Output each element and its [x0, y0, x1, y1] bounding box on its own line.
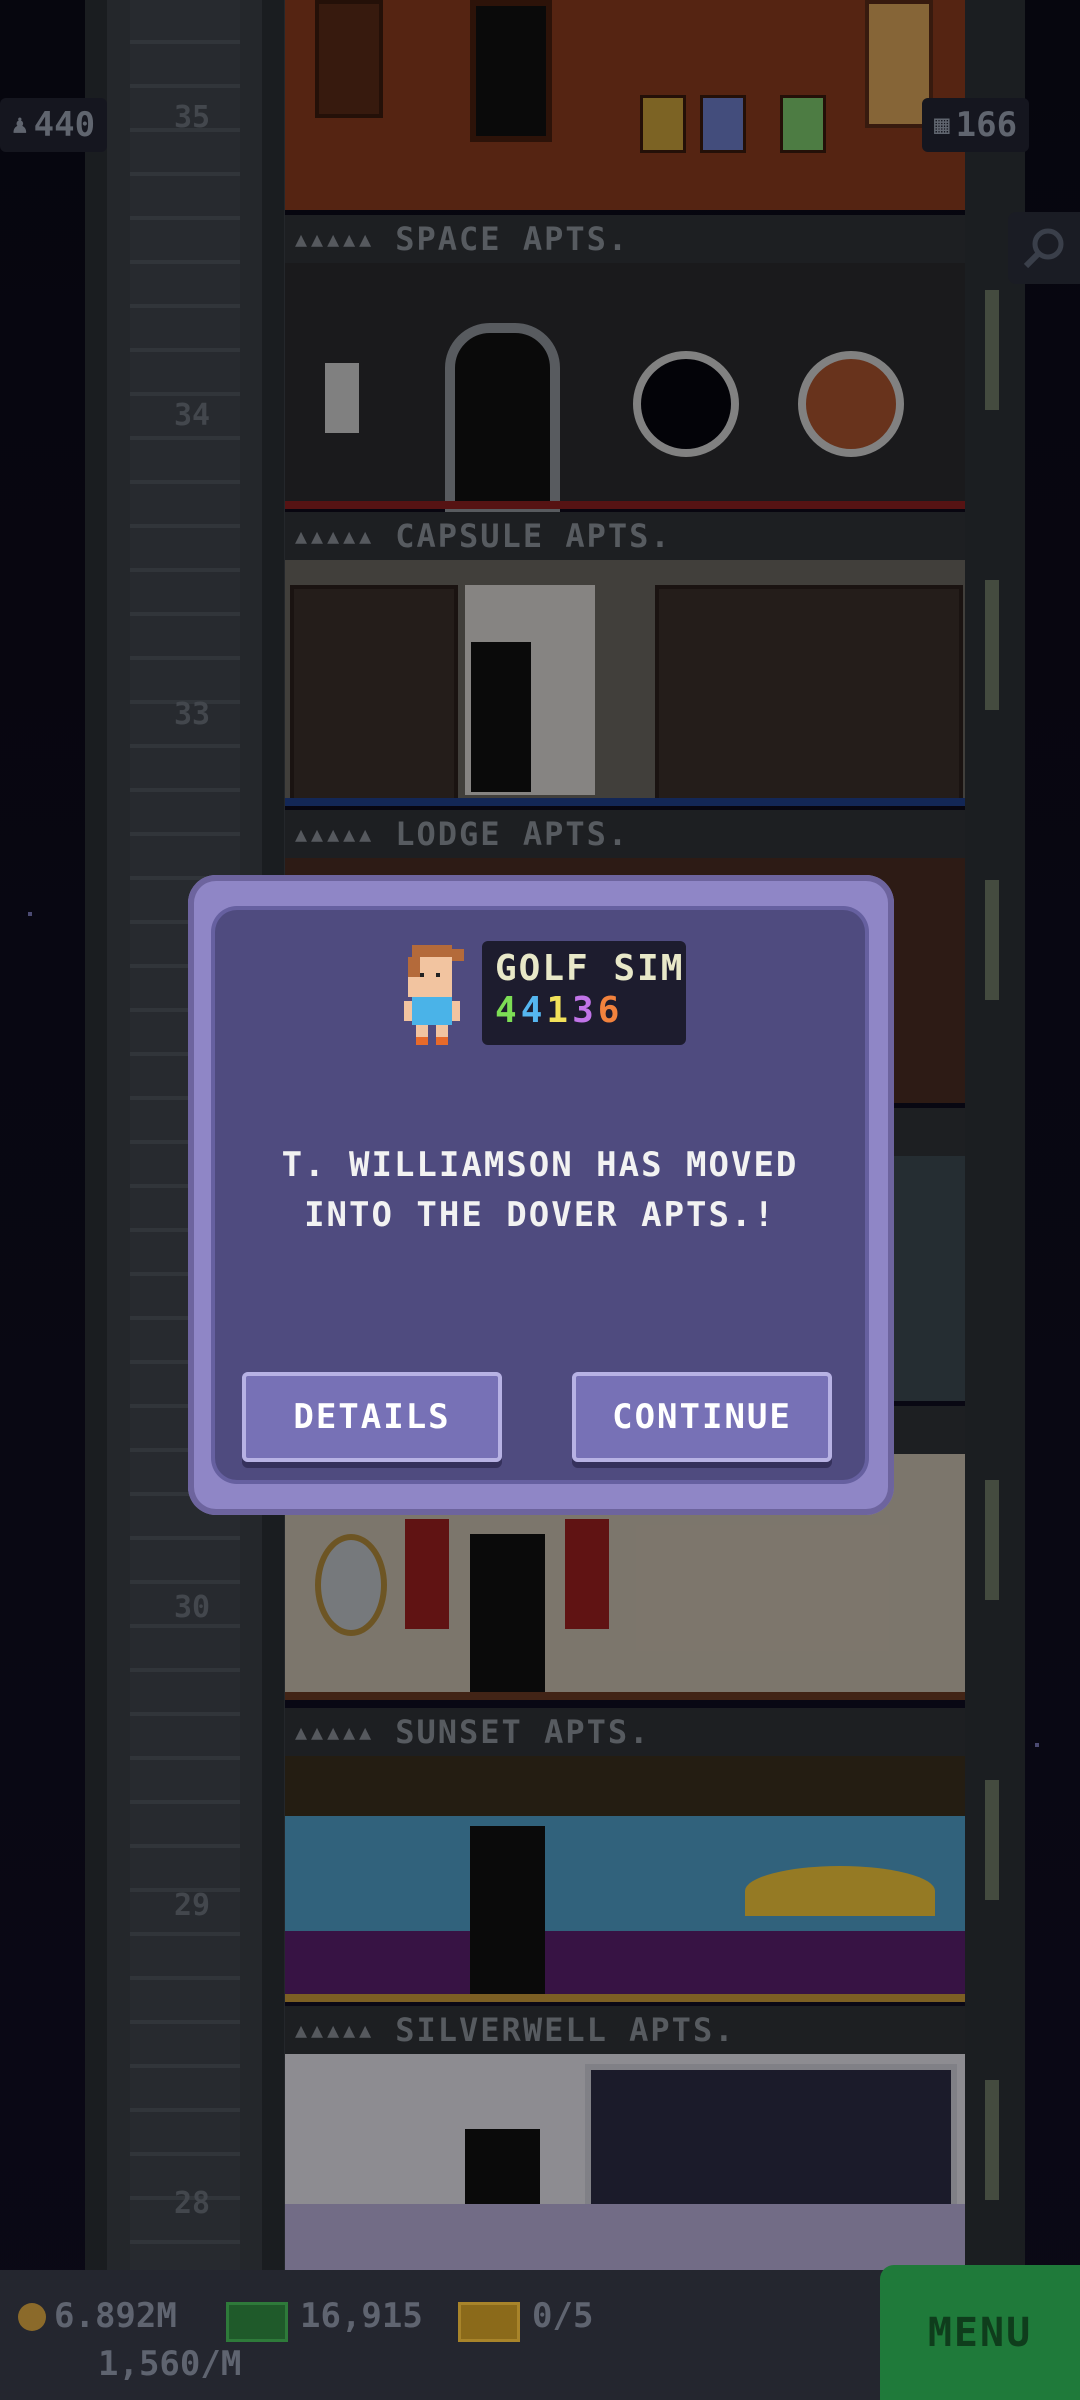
bitizen-avatar-icon — [404, 945, 464, 1045]
ticket-icon — [458, 2302, 520, 2342]
skill-stat: 4 — [520, 990, 547, 1031]
tickets-count: 0/5 — [532, 2296, 594, 2336]
bux-icon — [226, 2302, 288, 2342]
bux-amount: 16,915 — [300, 2296, 423, 2336]
coins-amount: 6.892M — [54, 2296, 177, 2336]
dream-job-name: GOLF SIM — [495, 948, 685, 989]
skill-stat: 1 — [546, 990, 573, 1031]
coin-icon — [18, 2303, 46, 2331]
menu-button[interactable]: MENU — [880, 2265, 1080, 2400]
dialog-message: T. WILLIAMSON HAS MOVED INTO THE DOVER A… — [281, 1145, 799, 1235]
details-button[interactable]: DETAILS — [242, 1372, 502, 1462]
income-rate: 1,560/M — [98, 2344, 242, 2384]
skill-stat: 4 — [495, 990, 521, 1031]
skill-stat: 6 — [597, 990, 624, 1031]
continue-button[interactable]: CONTINUE — [572, 1372, 832, 1462]
job-skill-stats: 44136 — [495, 990, 623, 1031]
skill-stat: 3 — [572, 990, 598, 1031]
